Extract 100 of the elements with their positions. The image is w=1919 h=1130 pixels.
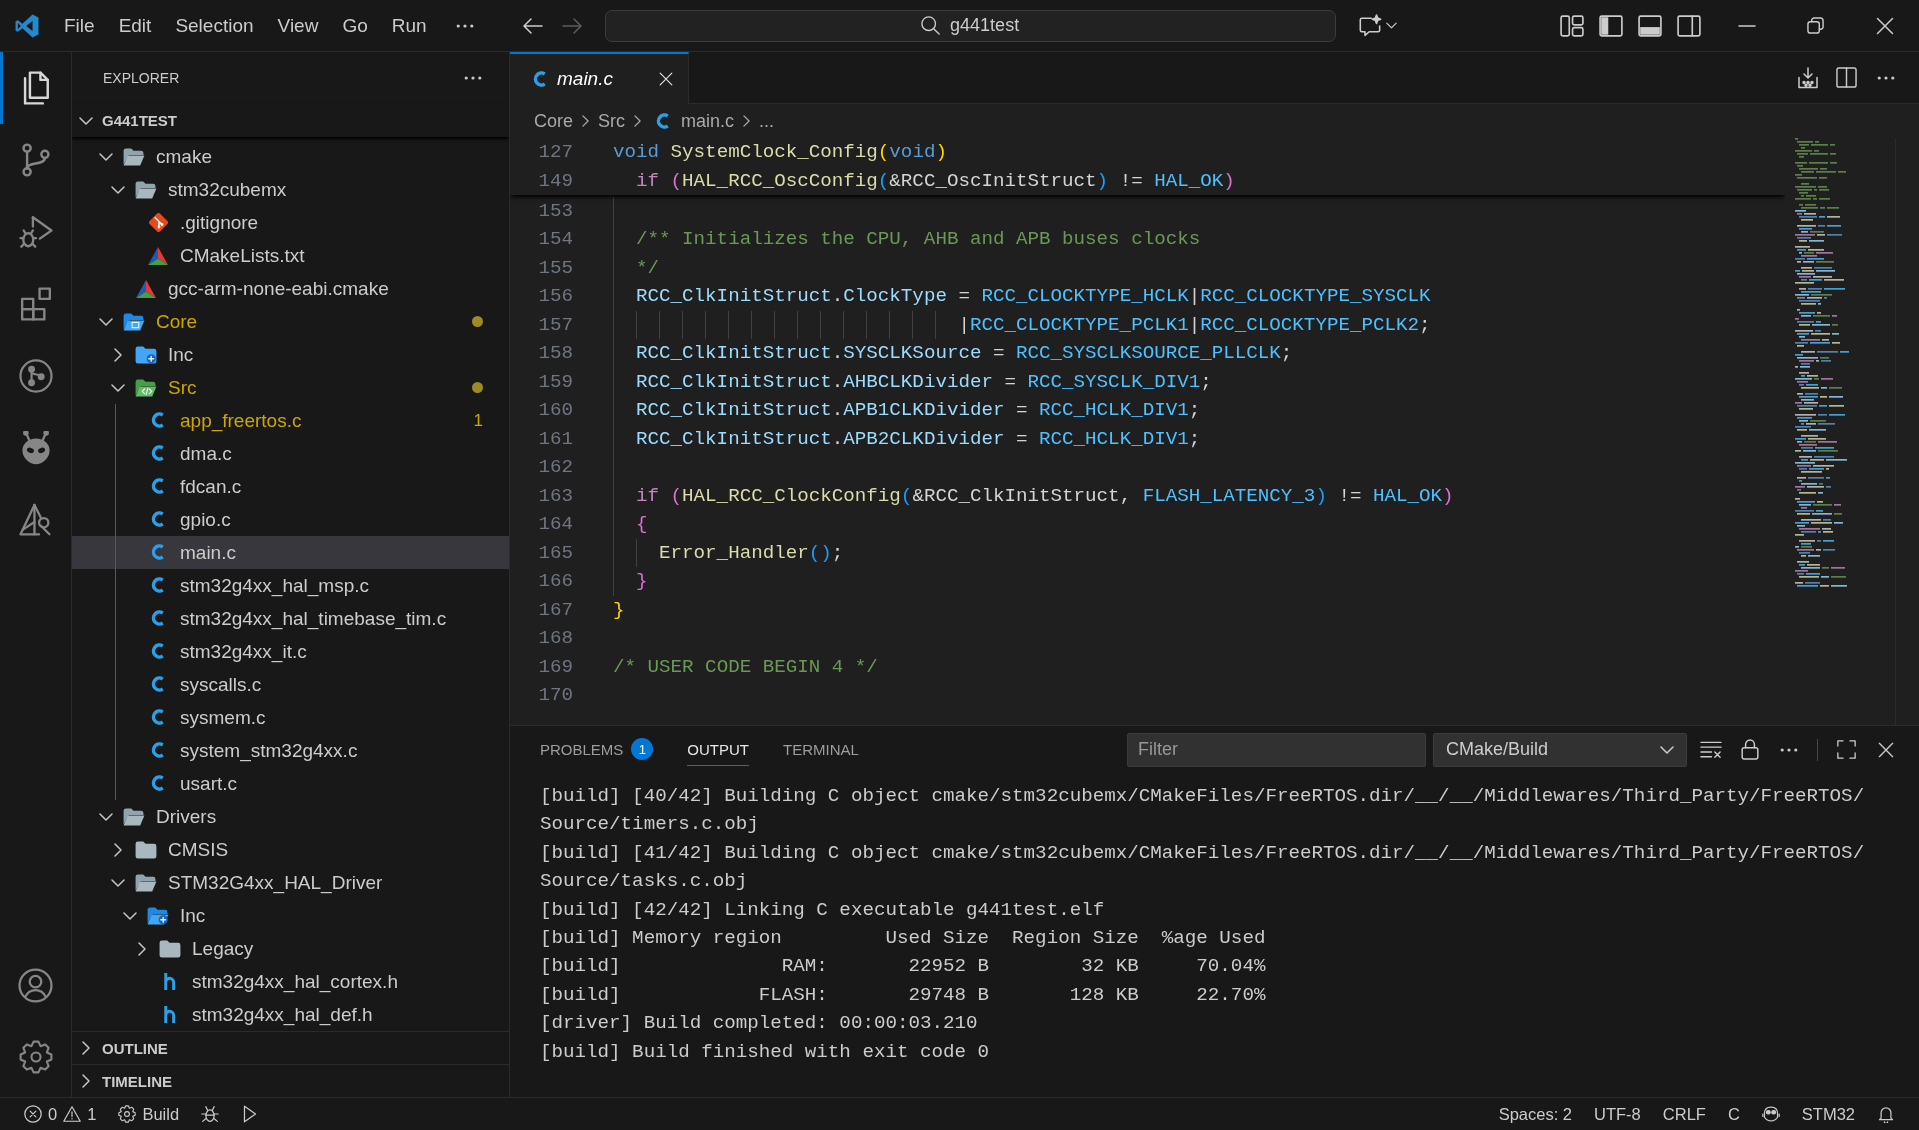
status-item[interactable]: UTF-8 bbox=[1583, 1098, 1652, 1130]
panel-tab[interactable]: PROBLEMS 1 bbox=[540, 733, 654, 766]
close-icon bbox=[1875, 16, 1894, 35]
output-line: [build] FLASH: 29748 B 128 KB 22.70% bbox=[540, 982, 1266, 1008]
breadcrumb-item[interactable]: Core bbox=[534, 110, 573, 132]
panel-tab[interactable]: OUTPUT bbox=[687, 733, 750, 766]
arrow-left-icon bbox=[523, 17, 544, 34]
problem-count: 1 bbox=[473, 410, 483, 431]
tree-item[interactable]: gcc-arm-none-eabi.cmake bbox=[72, 272, 509, 305]
status-item[interactable]: CRLF bbox=[1651, 1098, 1717, 1130]
tray-arrow-icon bbox=[1796, 66, 1819, 89]
h-file-icon bbox=[164, 973, 176, 990]
output-channel-dropdown[interactable]: CMake/Build bbox=[1433, 732, 1687, 767]
panel-tab[interactable]: TERMINAL bbox=[783, 733, 859, 766]
tree-item[interactable]: .gitignore bbox=[72, 206, 509, 239]
c-file-icon bbox=[151, 544, 165, 561]
editor-tab[interactable]: main.c bbox=[510, 52, 689, 104]
code-line: } bbox=[613, 595, 625, 624]
line-number: 165 bbox=[537, 540, 573, 566]
play-bug-icon bbox=[18, 215, 53, 249]
search-field[interactable]: g441test bbox=[604, 9, 1336, 42]
output-line: [build] Memory region Used Size Region Size %age Used bbox=[540, 926, 1266, 952]
chevron-down-icon bbox=[1385, 22, 1397, 29]
folder-item[interactable]: Inc bbox=[72, 899, 509, 932]
folder-icon bbox=[135, 840, 157, 859]
code-line: void SystemClock_Config(void) bbox=[613, 140, 947, 165]
c-file-icon bbox=[151, 742, 165, 759]
code-line: RCC_ClkInitStruct.ClockType = RCC_CLOCKTYPE_HCLK|RCC_CLOCKTYPE_SYSCLK bbox=[613, 282, 1431, 311]
folder-item[interactable]: Core bbox=[72, 305, 509, 338]
dot-icon bbox=[472, 382, 483, 393]
breadcrumb-item[interactable]: Src bbox=[598, 110, 625, 132]
search-icon bbox=[921, 16, 941, 35]
more-icon bbox=[1876, 75, 1895, 80]
folder-item[interactable]: STM32G4xx_HAL_Driver bbox=[72, 866, 509, 899]
folder-item[interactable]: stm32cubemx bbox=[72, 173, 509, 206]
logo-icon bbox=[15, 13, 39, 38]
line-number: 149 bbox=[537, 168, 573, 194]
error-icon bbox=[24, 1105, 42, 1123]
line-number: 168 bbox=[537, 626, 573, 651]
status-item[interactable]: C bbox=[1716, 1098, 1751, 1130]
output-line: [build] [41/42] Building C object cmake/stm32cubemx/CMakeFiles/FreeRTOS.dir/__/__/Middlewares/Third_Party/FreeRTOS/ bbox=[540, 840, 1865, 866]
folder-header[interactable]: G441TEST bbox=[72, 104, 509, 137]
line-number: 153 bbox=[537, 198, 573, 224]
menu-item[interactable]: Edit bbox=[106, 7, 164, 44]
dot-icon bbox=[472, 316, 483, 327]
errors-status[interactable]: 0 bbox=[13, 1098, 61, 1130]
open-folder-icon bbox=[123, 807, 145, 826]
section-header[interactable]: OUTLINE bbox=[72, 1031, 509, 1064]
breadcrumb-item[interactable]: ... bbox=[759, 110, 775, 132]
folder-item[interactable]: Drivers bbox=[72, 800, 509, 833]
goggles-icon bbox=[1761, 1105, 1780, 1123]
c-file-icon bbox=[151, 775, 165, 792]
person-icon bbox=[18, 967, 53, 1003]
code-line: if (HAL_RCC_ClockConfig(&RCC_ClkInitStruct, FLASH_LATENCY_3) != HAL_OK) bbox=[613, 481, 1454, 510]
menu-item[interactable]: Go bbox=[330, 7, 380, 44]
plus-folder-icon bbox=[135, 345, 157, 364]
code-line: /* USER CODE BEGIN 4 */ bbox=[613, 652, 878, 681]
warnings-status[interactable]: 1 bbox=[60, 1098, 108, 1130]
tree-item[interactable]: main.c bbox=[72, 536, 509, 569]
blocks-icon bbox=[18, 287, 53, 321]
code-line: } bbox=[613, 567, 648, 596]
restore-icon bbox=[1807, 17, 1824, 34]
more-icon bbox=[455, 23, 474, 28]
build-button[interactable]: Build bbox=[107, 1098, 191, 1130]
menu-item[interactable]: View bbox=[265, 7, 331, 44]
folder-item[interactable]: Inc bbox=[72, 338, 509, 371]
minimize-icon bbox=[1737, 24, 1756, 27]
output-line: [build] RAM: 22952 B 32 KB 70.04% bbox=[540, 954, 1266, 980]
menu-item[interactable]: File bbox=[52, 7, 107, 44]
line-number: 127 bbox=[537, 140, 573, 165]
split-editor-icon bbox=[1836, 67, 1857, 88]
output-line: [build] [40/42] Building C object cmake/stm32cubemx/CMakeFiles/FreeRTOS.dir/__/__/Middlewares/Third_Party/FreeRTOS/ bbox=[540, 784, 1865, 809]
c-file-icon bbox=[151, 610, 165, 627]
menu-item[interactable]: Selection bbox=[163, 7, 266, 44]
code-line: RCC_ClkInitStruct.SYSCLKSource = RCC_SYSCLKSOURCE_PLLCLK; bbox=[613, 339, 1293, 368]
folder-item[interactable]: cmake bbox=[72, 140, 509, 173]
tree-item[interactable]: stm32g4xx_hal_def.h bbox=[72, 998, 509, 1031]
tree-item[interactable]: CMakeLists.txt bbox=[72, 239, 509, 272]
folder-item[interactable]: Legacy bbox=[72, 932, 509, 965]
line-number: 166 bbox=[537, 569, 573, 594]
line-number: 157 bbox=[537, 312, 573, 338]
more-icon bbox=[1779, 747, 1798, 752]
panel-bottom-icon bbox=[1637, 14, 1662, 37]
code-line: |RCC_CLOCKTYPE_PCLK1|RCC_CLOCKTYPE_PCLK2; bbox=[613, 310, 1431, 339]
c-file-icon bbox=[656, 112, 670, 130]
line-number: 161 bbox=[537, 426, 573, 452]
code-line: { bbox=[613, 510, 648, 539]
status-item[interactable]: STM32 bbox=[1790, 1098, 1866, 1130]
menu-item[interactable]: Run bbox=[379, 7, 439, 44]
h-file-icon bbox=[164, 1006, 176, 1023]
c-file-icon bbox=[533, 70, 547, 88]
tree-item[interactable]: stm32g4xx_hal_cortex.h bbox=[72, 965, 509, 998]
folder-item[interactable]: CMSIS bbox=[72, 833, 509, 866]
breadcrumb-item[interactable]: main.c bbox=[650, 110, 735, 132]
sidebar-title: EXPLORER bbox=[103, 70, 180, 86]
status-item[interactable]: Spaces: 2 bbox=[1487, 1098, 1584, 1130]
layout-grid-icon bbox=[1559, 14, 1584, 37]
folder-item[interactable]: Src bbox=[72, 371, 509, 404]
output-line: Source/tasks.c.obj bbox=[540, 869, 748, 895]
filter-field[interactable]: Filter bbox=[1127, 732, 1426, 767]
